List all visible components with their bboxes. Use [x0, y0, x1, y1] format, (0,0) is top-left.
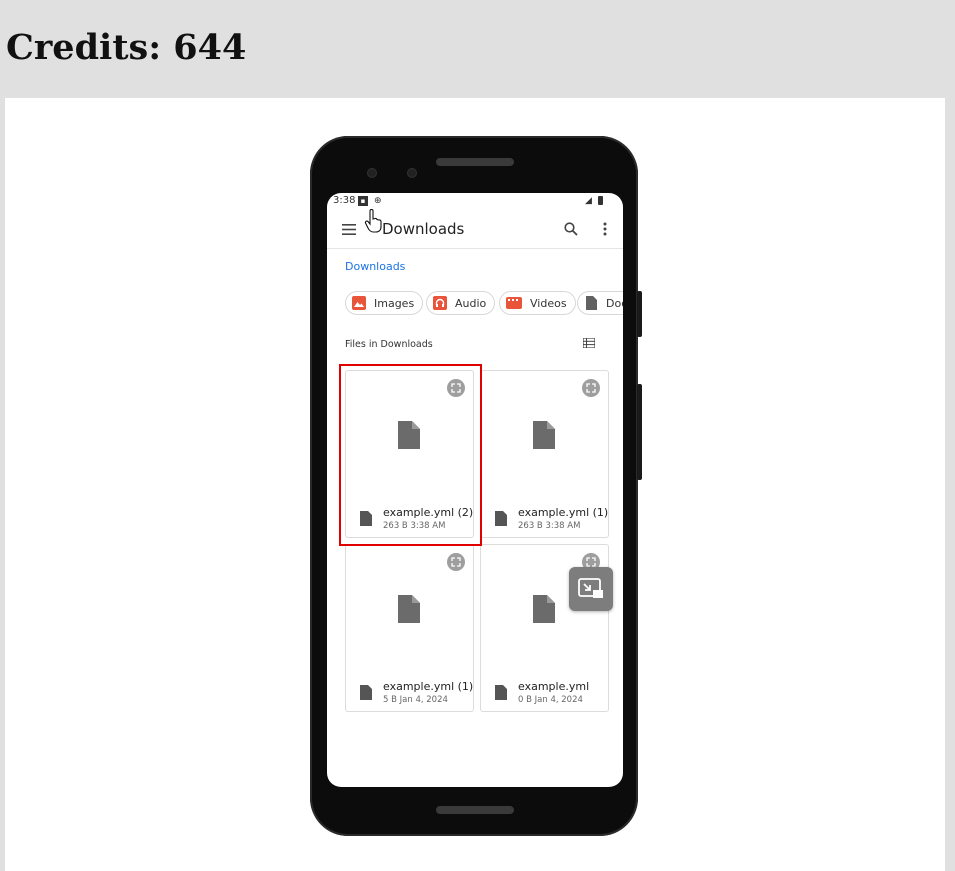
file-card[interactable]: example.yml (1) 5 B Jan 4, 2024 [345, 544, 474, 712]
signal-icon: ◢ [585, 196, 592, 206]
file-meta: 5 B Jan 4, 2024 [383, 695, 448, 705]
front-camera [408, 169, 416, 177]
status-time: 3:38 [333, 195, 356, 206]
expand-icon[interactable] [582, 379, 600, 397]
chip-documents[interactable]: Doc [577, 291, 623, 315]
file-type-icon [360, 685, 372, 704]
file-type-icon [495, 511, 507, 530]
file-name: example.yml (1) [383, 680, 474, 693]
hamburger-icon[interactable] [339, 219, 359, 239]
file-icon [398, 595, 420, 627]
app-title: Downloads [382, 220, 465, 238]
notification-icon: ▪ [358, 196, 368, 206]
image-icon [352, 296, 366, 310]
chip-audio[interactable]: Audio [426, 291, 496, 315]
top-speaker [436, 158, 514, 166]
breadcrumb[interactable]: Downloads [345, 260, 405, 273]
file-name: example.yml (1) [518, 506, 609, 519]
front-sensor [368, 169, 376, 177]
file-icon [533, 421, 555, 453]
selection-highlight [339, 364, 482, 546]
search-icon[interactable] [561, 219, 581, 239]
credits-counter: Credits: 644 [6, 27, 247, 68]
volume-rocker[interactable] [637, 384, 642, 480]
chip-label: Audio [455, 296, 487, 310]
file-icon [533, 595, 555, 627]
file-type-icon [495, 685, 507, 704]
chip-images[interactable]: Images [345, 291, 424, 315]
chip-label: Videos [530, 296, 567, 310]
more-vert-icon[interactable] [597, 219, 613, 239]
headphones-icon [433, 296, 447, 310]
pip-icon[interactable] [569, 567, 613, 611]
expand-icon[interactable] [447, 553, 465, 571]
battery-icon [598, 196, 603, 205]
section-label: Files in Downloads [345, 339, 433, 350]
file-meta: 263 B 3:38 AM [518, 521, 581, 531]
list-view-icon[interactable] [581, 336, 597, 350]
file-card[interactable]: example.yml (1) 263 B 3:38 AM [480, 370, 609, 538]
video-icon [506, 297, 522, 309]
document-icon [584, 296, 598, 310]
hand-cursor-icon [364, 209, 384, 237]
power-button[interactable] [637, 291, 642, 337]
chip-label: Images [374, 296, 415, 310]
status-bar: 3:38 ▪ ⊕ ◢ [327, 193, 623, 210]
file-meta: 0 B Jan 4, 2024 [518, 695, 583, 705]
chip-label: Doc [606, 296, 623, 310]
globe-icon: ⊕ [374, 196, 382, 206]
file-name: example.yml [518, 680, 590, 693]
chip-videos[interactable]: Videos [499, 291, 576, 315]
bottom-speaker [436, 806, 514, 814]
